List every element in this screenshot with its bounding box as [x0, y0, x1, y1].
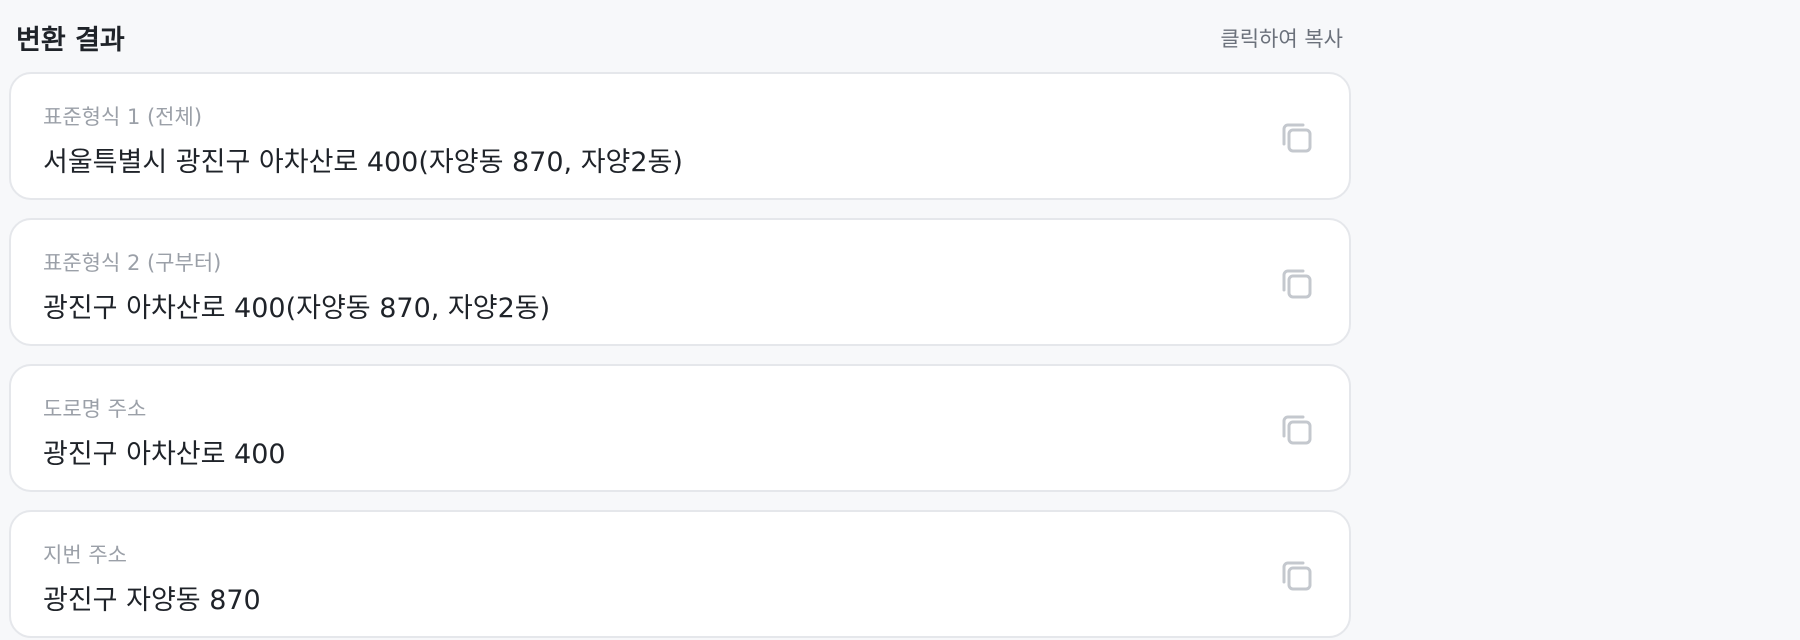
result-label: 지번 주소: [43, 543, 127, 567]
result-value: 광진구 아차산로 400(자양동 870, 자양2동): [43, 293, 551, 324]
copy-icon: [1282, 269, 1312, 299]
copy-button[interactable]: [1275, 262, 1319, 306]
result-value: 광진구 아차산로 400: [43, 439, 286, 470]
section-title: 변환 결과: [16, 25, 125, 56]
result-card-standard-from-gu[interactable]: 표준형식 2 (구부터) 광진구 아차산로 400(자양동 870, 자양2동): [9, 218, 1351, 346]
result-label: 표준형식 1 (전체): [43, 105, 203, 129]
result-card-list: 표준형식 1 (전체) 서울특별시 광진구 아차산로 400(자양동 870, …: [9, 72, 1351, 638]
copy-button[interactable]: [1275, 116, 1319, 160]
result-card-lot-address[interactable]: 지번 주소 광진구 자양동 870: [9, 510, 1351, 638]
copy-icon: [1282, 415, 1312, 445]
result-label: 도로명 주소: [43, 397, 147, 421]
copy-button[interactable]: [1275, 408, 1319, 452]
result-value: 서울특별시 광진구 아차산로 400(자양동 870, 자양2동): [43, 147, 683, 178]
copy-hint: 클릭하여 복사: [1220, 27, 1343, 51]
copy-icon: [1282, 123, 1312, 153]
conversion-result-section: 변환 결과 클릭하여 복사 표준형식 1 (전체) 서울특별시 광진구 아차산로…: [0, 0, 1351, 638]
result-value: 광진구 자양동 870: [43, 585, 261, 616]
result-card-standard-full[interactable]: 표준형식 1 (전체) 서울특별시 광진구 아차산로 400(자양동 870, …: [9, 72, 1351, 200]
result-card-road-address[interactable]: 도로명 주소 광진구 아차산로 400: [9, 364, 1351, 492]
copy-button[interactable]: [1275, 554, 1319, 598]
copy-icon: [1282, 561, 1312, 591]
result-header: 변환 결과 클릭하여 복사: [9, 0, 1351, 72]
result-label: 표준형식 2 (구부터): [43, 251, 222, 275]
